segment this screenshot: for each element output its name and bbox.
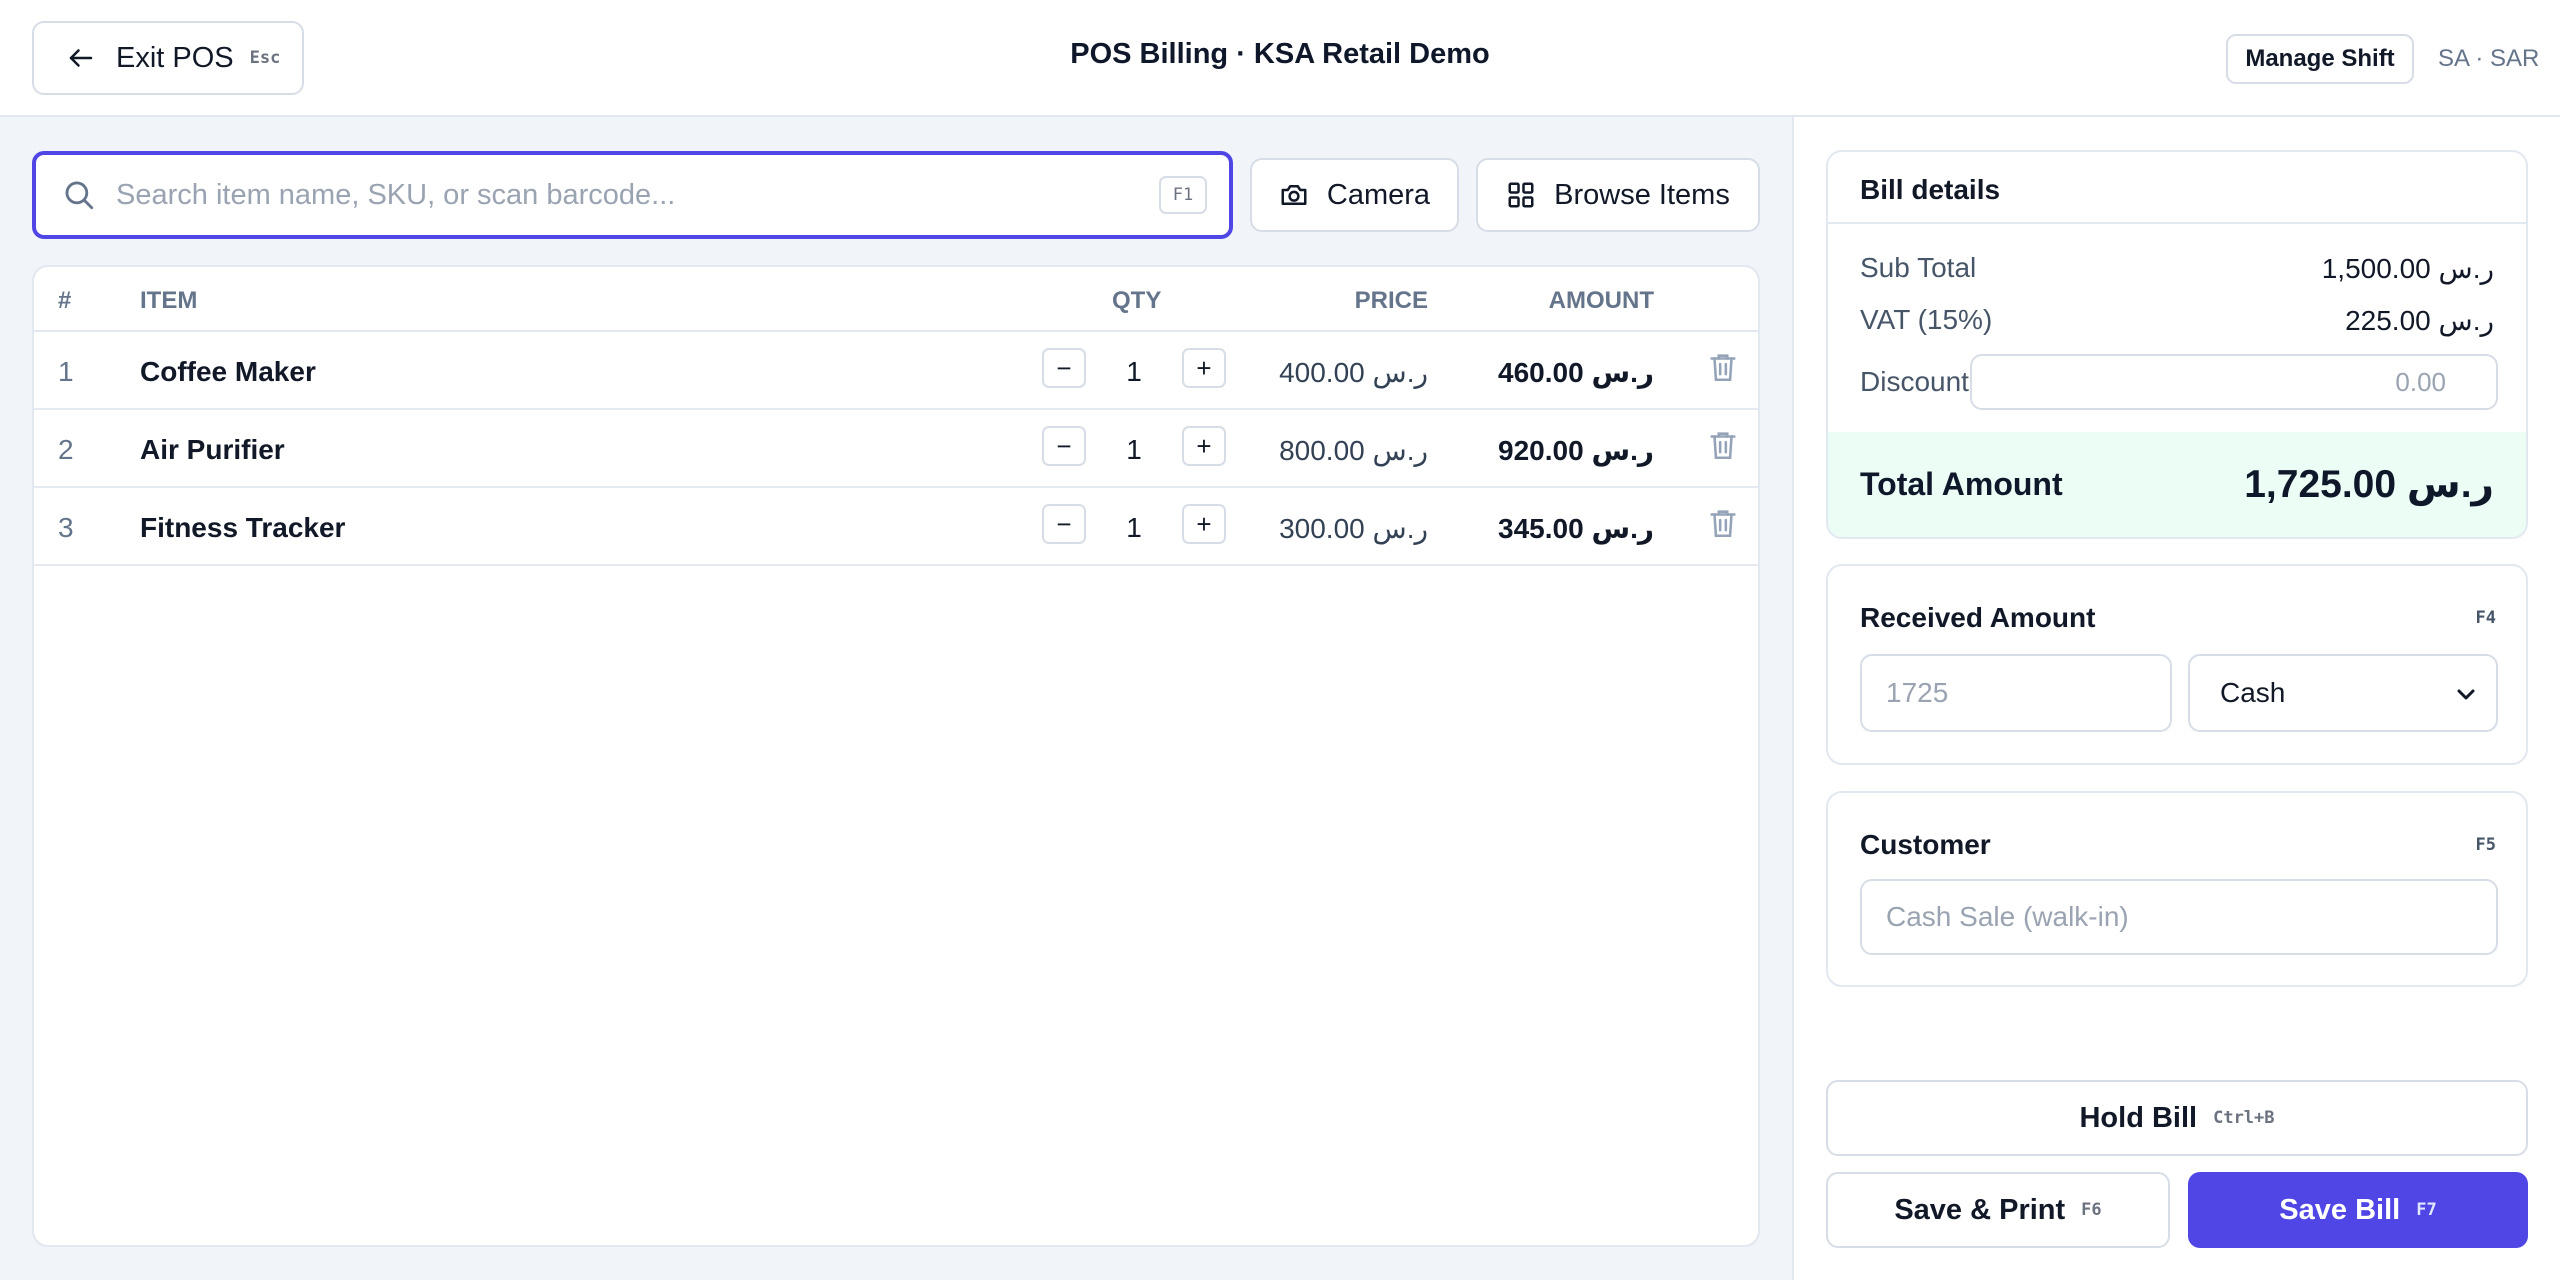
- total-amount-box: Total Amount 1,725.00 ر.س: [1828, 432, 2526, 537]
- search-bar: F1: [32, 151, 1233, 239]
- item-amount: 920.00 ر.س: [1498, 435, 1654, 466]
- vat-label: VAT (15%): [1860, 304, 1993, 335]
- camera-button[interactable]: Camera: [1250, 158, 1459, 232]
- search-shortcut-badge: F1: [1159, 176, 1207, 214]
- received-amount-title: Received Amount: [1860, 602, 2096, 633]
- header-amount: AMOUNT: [1548, 287, 1654, 314]
- qty-decrease-button[interactable]: −: [1042, 504, 1086, 544]
- table-row: 1 Coffee Maker − 1 + 400.00 ر.س 460.00 ر…: [34, 332, 1758, 410]
- customer-title: Customer: [1860, 829, 1991, 860]
- qty-decrease-button[interactable]: −: [1042, 348, 1086, 388]
- manage-shift-button[interactable]: Manage Shift: [2226, 34, 2414, 84]
- item-name: Air Purifier: [140, 434, 285, 465]
- item-price: 400.00 ر.س: [1279, 357, 1428, 388]
- bill-details-header: Bill details: [1828, 152, 2526, 224]
- search-input[interactable]: [116, 178, 1159, 212]
- items-table: # ITEM QTY PRICE AMOUNT 1 Coffee Maker −…: [32, 265, 1760, 1247]
- qty-increase-button[interactable]: +: [1182, 504, 1226, 544]
- subtotal-label: Sub Total: [1860, 252, 1977, 283]
- camera-icon: [1281, 185, 1307, 205]
- total-amount-label: Total Amount: [1860, 466, 2063, 502]
- hold-bill-label: Hold Bill: [2079, 1101, 2198, 1134]
- table-header: # ITEM QTY PRICE AMOUNT: [34, 267, 1758, 332]
- save-bill-button[interactable]: Save Bill F7: [2188, 1172, 2528, 1248]
- top-bar: Exit POS Esc POS Billing · KSA Retail De…: [0, 0, 2560, 117]
- table-row: 3 Fitness Tracker − 1 + 300.00 ر.س 345.0…: [34, 488, 1758, 566]
- received-shortcut: F4: [2475, 608, 2496, 628]
- trash-icon[interactable]: [1706, 428, 1740, 462]
- discount-input[interactable]: [1970, 354, 2498, 410]
- browse-items-button[interactable]: Browse Items: [1476, 158, 1760, 232]
- trash-icon[interactable]: [1706, 350, 1740, 384]
- subtotal-row: Sub Total 1,500.00 ر.س: [1860, 252, 2494, 284]
- save-print-label: Save & Print: [1894, 1193, 2066, 1226]
- search-icon: [65, 181, 94, 210]
- save-print-button[interactable]: Save & Print F6: [1826, 1172, 2170, 1248]
- item-amount: 460.00 ر.س: [1498, 357, 1654, 388]
- header-item: ITEM: [140, 287, 198, 314]
- customer-input[interactable]: [1860, 879, 2498, 955]
- header-qty: QTY: [1112, 287, 1162, 314]
- qty-decrease-button[interactable]: −: [1042, 426, 1086, 466]
- hold-bill-shortcut: Ctrl+B: [2213, 1108, 2275, 1128]
- vat-row: VAT (15%) 225.00 ر.س: [1860, 304, 2494, 336]
- table-row: 2 Air Purifier − 1 + 800.00 ر.س 920.00 ر…: [34, 410, 1758, 488]
- item-price: 800.00 ر.س: [1279, 435, 1428, 466]
- customer-shortcut: F5: [2475, 835, 2496, 855]
- page-title: POS Billing · KSA Retail Demo: [1070, 38, 1490, 70]
- total-amount-value: 1,725.00 ر.س: [2244, 463, 2494, 506]
- trash-icon[interactable]: [1706, 506, 1740, 540]
- header-num: #: [58, 287, 72, 314]
- chevron-down-icon: [2457, 689, 2475, 700]
- row-number: 3: [58, 512, 74, 543]
- qty-value: 1: [1126, 434, 1142, 465]
- header-price: PRICE: [1354, 287, 1428, 314]
- item-price: 300.00 ر.س: [1279, 513, 1428, 544]
- locale-indicator: SA · SAR: [2438, 45, 2540, 72]
- subtotal-value: 1,500.00 ر.س: [2321, 253, 2494, 284]
- vat-value: 225.00 ر.س: [2345, 305, 2494, 336]
- row-number: 1: [58, 356, 74, 387]
- save-bill-shortcut: F7: [2416, 1200, 2437, 1220]
- grid-icon: [1508, 182, 1534, 208]
- item-name: Fitness Tracker: [140, 512, 346, 543]
- checkout-panel: Bill details Sub Total 1,500.00 ر.س VAT …: [1792, 117, 2560, 1280]
- qty-increase-button[interactable]: +: [1182, 348, 1226, 388]
- item-name: Coffee Maker: [140, 356, 316, 387]
- qty-increase-button[interactable]: +: [1182, 426, 1226, 466]
- save-bill-label: Save Bill: [2279, 1193, 2401, 1226]
- item-amount: 345.00 ر.س: [1498, 513, 1654, 544]
- bill-details-title: Bill details: [1860, 174, 2001, 205]
- camera-label: Camera: [1326, 178, 1431, 211]
- save-print-shortcut: F6: [2081, 1200, 2102, 1220]
- qty-value: 1: [1126, 356, 1142, 387]
- hold-bill-button[interactable]: Hold Bill Ctrl+B: [1826, 1080, 2528, 1156]
- customer-card: Customer F5: [1826, 791, 2528, 987]
- qty-value: 1: [1126, 512, 1142, 543]
- received-amount-input[interactable]: [1860, 654, 2172, 732]
- browse-items-label: Browse Items: [1554, 178, 1730, 211]
- payment-method-select[interactable]: Cash: [2188, 654, 2498, 732]
- row-number: 2: [58, 434, 74, 465]
- payment-method-value: Cash: [2220, 677, 2286, 708]
- discount-label: Discount: [1860, 366, 1969, 397]
- received-amount-card: Received Amount F4 Cash: [1826, 564, 2528, 765]
- bill-details-card: Bill details Sub Total 1,500.00 ر.س VAT …: [1826, 150, 2528, 539]
